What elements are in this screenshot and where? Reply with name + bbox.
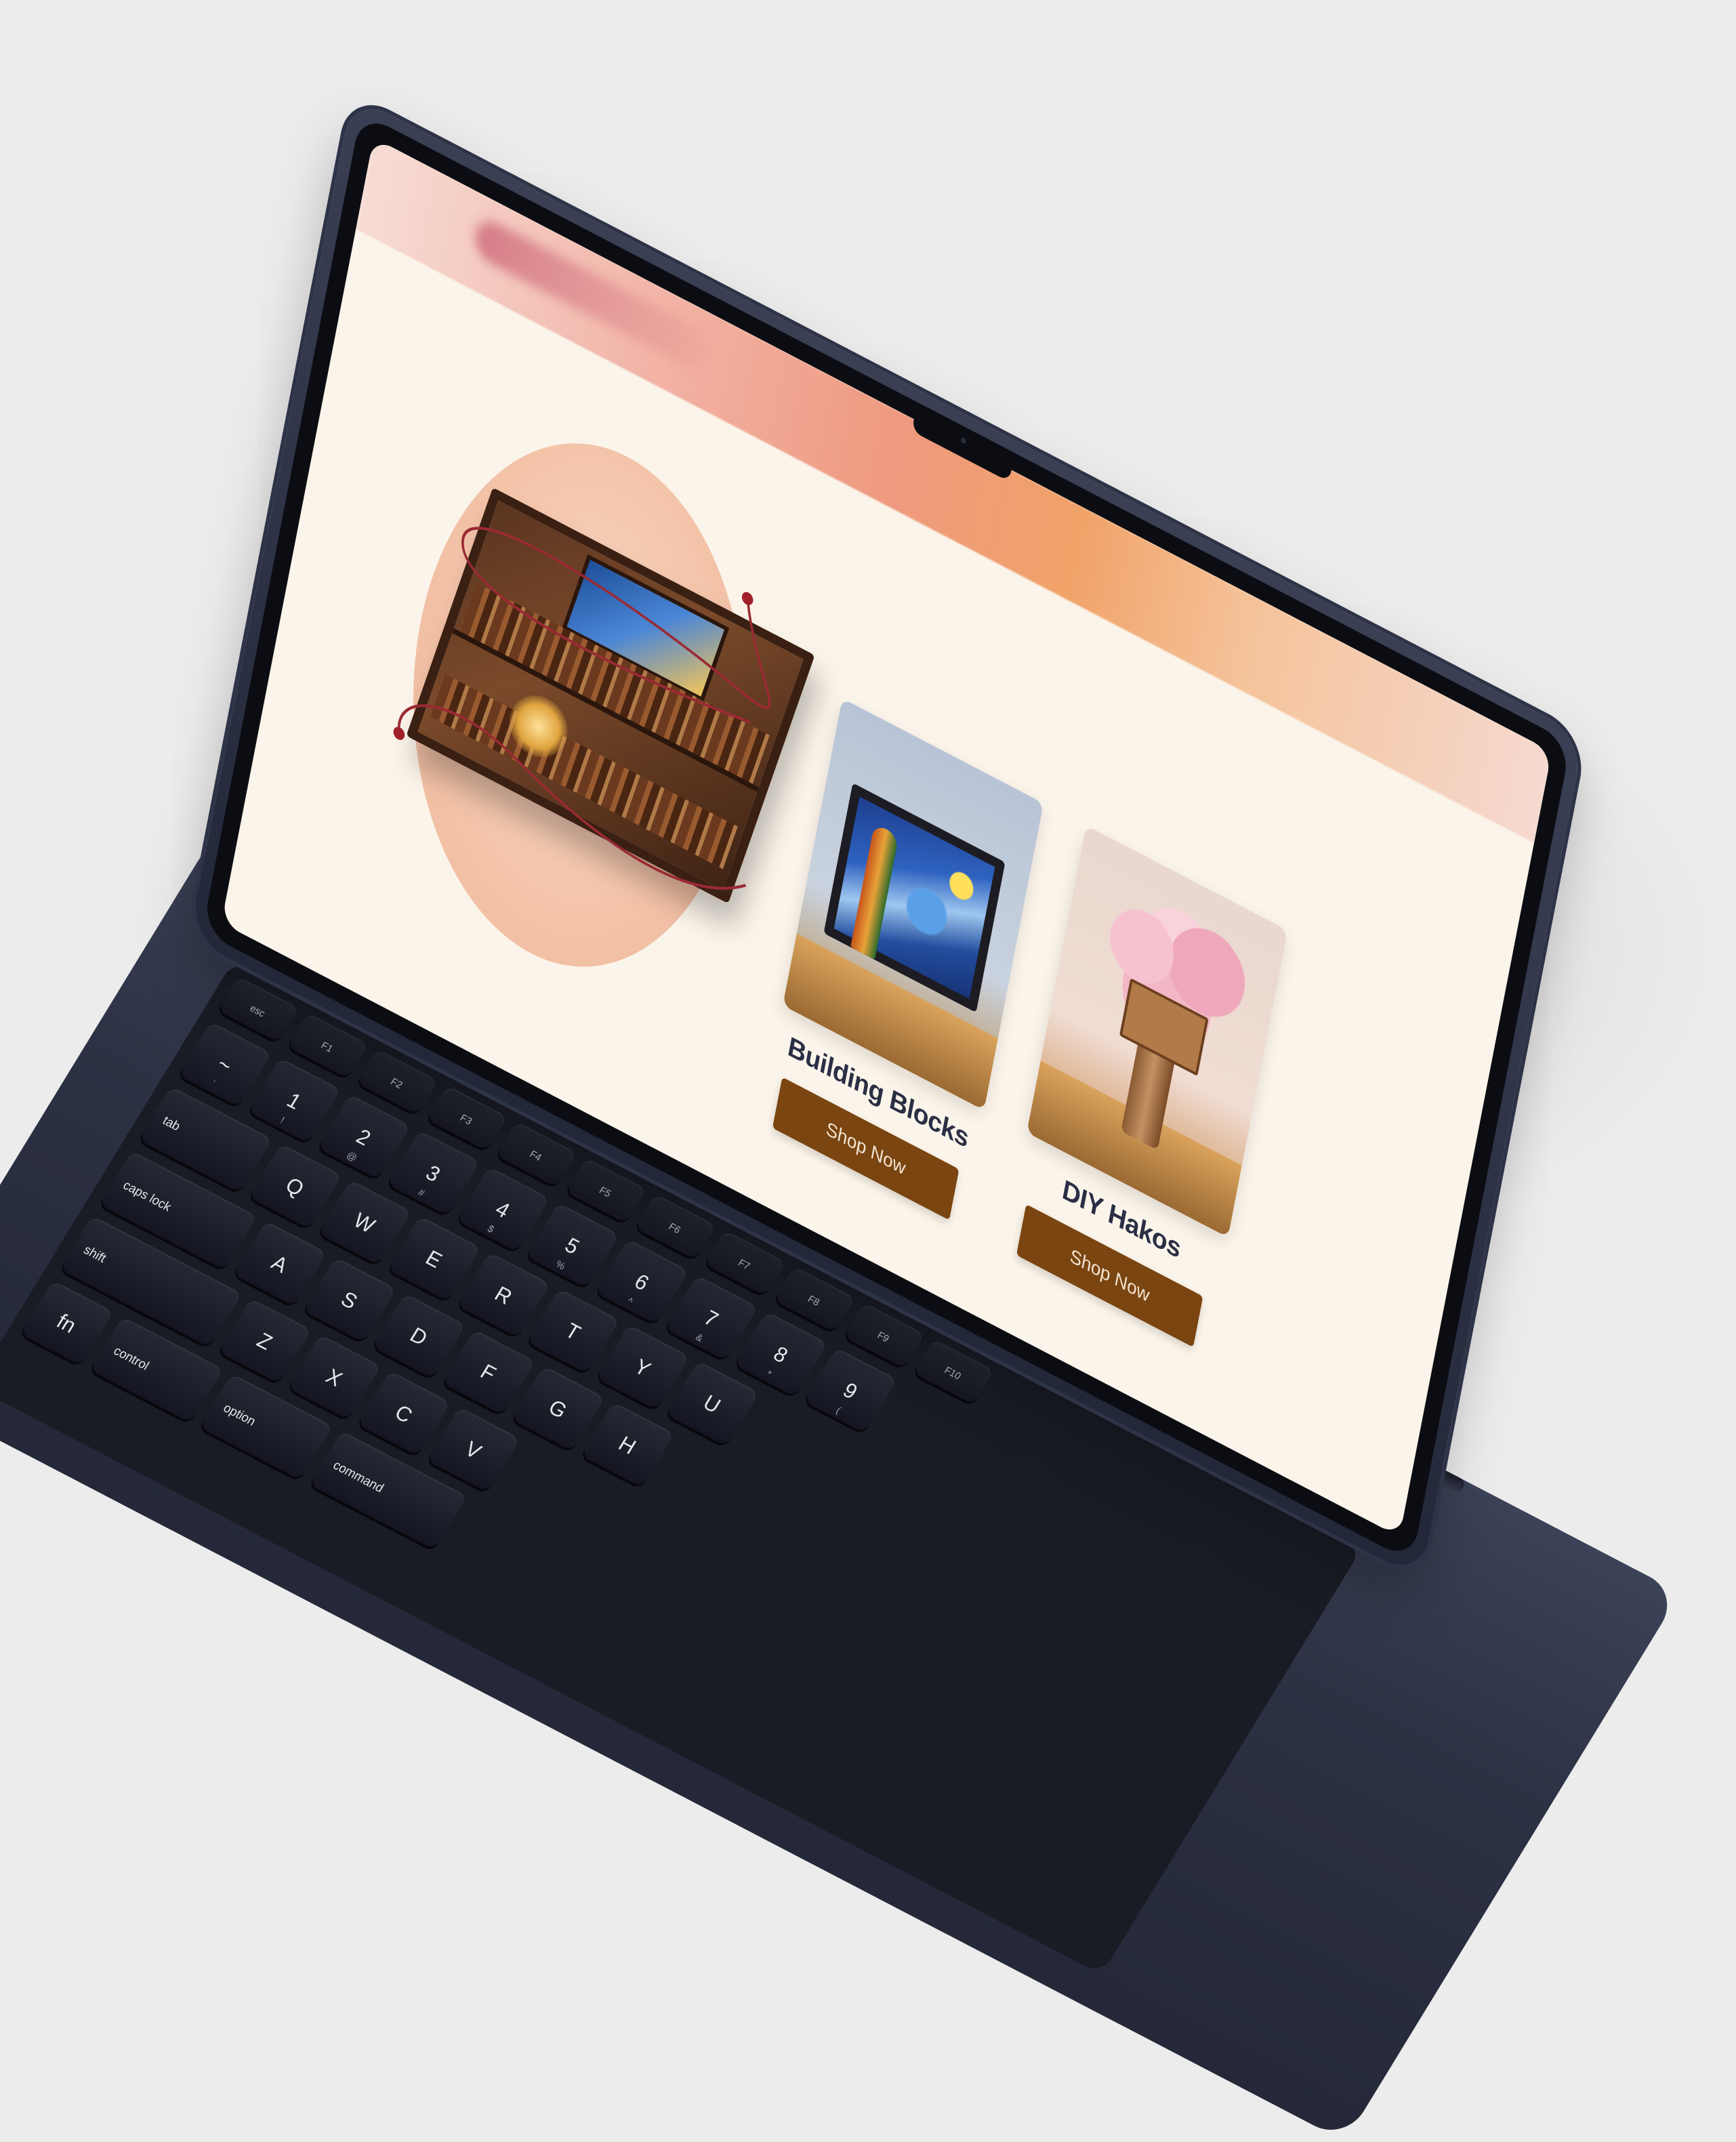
function-key-label: F7 [736, 1256, 753, 1272]
letter-key-d-label: D [405, 1323, 432, 1351]
camera-icon [960, 436, 967, 445]
function-key-label: F10 [943, 1364, 964, 1382]
function-key-label: F8 [806, 1293, 822, 1309]
function-key-label: F4 [527, 1148, 544, 1163]
number-key-alt-label: * [764, 1367, 774, 1380]
letter-key-e-label: E [421, 1246, 447, 1273]
number-key-label: 4 [491, 1197, 514, 1223]
letter-key-t-label: T [560, 1319, 585, 1345]
function-key-label: esc [248, 1002, 268, 1019]
number-key-label: ~ [213, 1052, 236, 1078]
function-key-label: F2 [388, 1075, 405, 1091]
letter-key-g-label: G [544, 1395, 571, 1424]
letter-key-s-label: S [336, 1287, 362, 1314]
function-key-label: F9 [875, 1329, 892, 1344]
letter-key-h-label: H [614, 1432, 640, 1460]
number-key-label: 6 [630, 1269, 653, 1296]
letter-key-f-label: F [476, 1360, 500, 1386]
number-key-label: 2 [352, 1125, 375, 1151]
banner-brushstroke [472, 214, 711, 375]
number-key-alt-label: @ [344, 1149, 360, 1163]
function-key-label: F6 [667, 1220, 683, 1236]
laptop-mockup-scene: esc F1 F2 F3 F4 F5 F6 F7 F8 F9 F10 ~ ` 1! 2 @3 #4 $5% 6 ^ 7… [0, 0, 1736, 2142]
letter-key-z-label: Z [252, 1328, 276, 1355]
decorative-swirl [393, 527, 771, 890]
letter-key-v-label: V [460, 1437, 486, 1464]
number-key-alt-label: ( [834, 1404, 844, 1416]
number-key-label: 5 [560, 1233, 583, 1260]
number-key-label: 1 [283, 1088, 306, 1115]
number-key-alt-label: ` [208, 1078, 218, 1090]
letter-key-r-label: R [490, 1282, 516, 1310]
number-key-label: 7 [699, 1306, 722, 1332]
number-key-label: 3 [421, 1161, 445, 1187]
number-key-alt-label: # [416, 1186, 428, 1199]
letter-key-y-label: Y [629, 1355, 655, 1382]
number-key-label: 8 [769, 1342, 792, 1368]
number-key-alt-label: & [693, 1331, 706, 1344]
number-key-alt-label: % [554, 1258, 568, 1272]
number-key-alt-label: ^ [625, 1295, 636, 1307]
letter-key-q-label: Q [281, 1173, 308, 1201]
letter-key-c-label: C [390, 1401, 417, 1428]
function-key-label: F1 [319, 1039, 335, 1054]
letter-key-u-label: U [699, 1391, 725, 1418]
function-key-label: F5 [597, 1184, 614, 1199]
number-key-alt-label: $ [485, 1222, 497, 1235]
letter-key-w-label: W [349, 1208, 379, 1238]
function-key-label: F3 [458, 1111, 474, 1127]
number-key-label: 9 [838, 1378, 862, 1404]
letter-key-x-label: X [321, 1364, 346, 1392]
letter-key-a-label: A [267, 1251, 292, 1278]
number-key-alt-label: ! [278, 1114, 287, 1126]
